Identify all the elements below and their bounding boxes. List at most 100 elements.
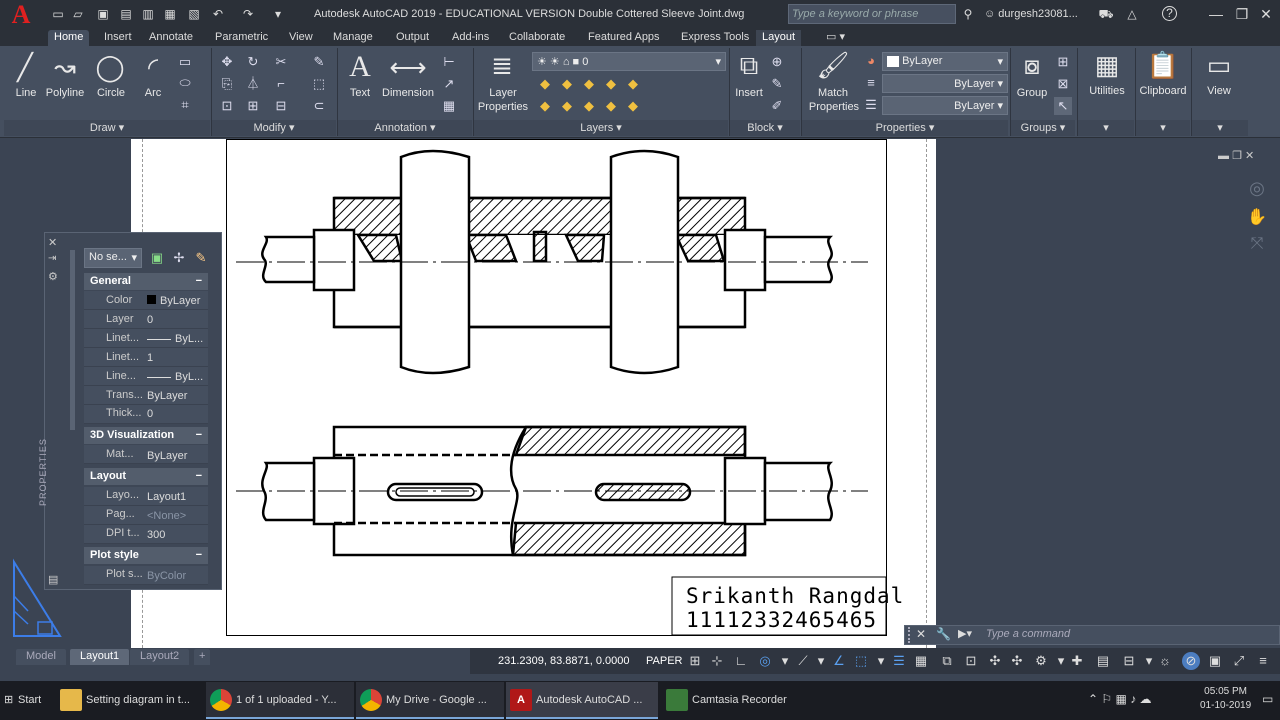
text-button[interactable]: Text [344,87,376,99]
tab-insert[interactable]: Insert [98,30,138,46]
a360-icon[interactable]: △ [1124,6,1140,22]
network-icon[interactable]: ▦ [1116,692,1127,706]
copy-icon[interactable]: ⎘ [218,75,236,93]
grid-icon[interactable]: ⊞ [686,652,704,670]
cloud-icon[interactable]: ☁ [1140,692,1152,706]
palette-scrollbar[interactable] [70,250,75,430]
cmd-prompt-icon[interactable]: ▶▾ [958,627,972,640]
trim-icon[interactable]: ✂ [272,53,290,71]
prop-value[interactable]: Layout1 [147,491,209,503]
dimension-button[interactable]: Dimension [380,87,436,99]
section-3d-header[interactable]: 3D Visualization − [84,427,208,444]
attribute-icon[interactable]: ✐ [768,97,786,115]
collapse-icon[interactable]: − [196,549,202,561]
utilities-button[interactable]: Utilities [1080,85,1134,97]
close-icon[interactable]: ✕ [48,236,57,249]
gradient-icon[interactable]: ⌗ [176,96,194,114]
select-objects-icon[interactable]: ✢ [170,249,188,267]
linetype-icon[interactable]: ≡ [862,74,880,92]
palette-menu-icon[interactable]: ▤ [48,573,58,586]
ungroup-icon[interactable]: ⊞ [1054,53,1072,71]
erase-icon[interactable]: ✎ [310,53,328,71]
prop-value[interactable]: <None> [147,510,209,522]
prop-value[interactable]: ByLayer [147,450,209,462]
annotation-visibility-icon[interactable]: ✣ [1008,652,1026,670]
annotation-monitor-icon[interactable]: ✚ [1068,652,1086,670]
linetype-dropdown[interactable]: ByLayer ▾ [882,74,1008,93]
ortho-icon[interactable]: ∟ [732,652,750,670]
color-wheel-icon[interactable]: ◕ [862,52,880,70]
isodraft-icon[interactable]: ⟋ [794,652,812,670]
prop-value[interactable]: 0 [147,408,209,420]
layer-tool-icon[interactable]: ◆ [536,75,554,93]
section-general-header[interactable]: General − [84,273,208,290]
steering-wheel-icon[interactable]: ◎ [1241,178,1273,199]
layer-tool-icon[interactable]: ◆ [558,97,576,115]
collapse-icon[interactable]: − [196,275,202,287]
tab-home[interactable]: Home [48,30,90,46]
tab-add-ins[interactable]: Add-ins [446,30,495,46]
match-label-1[interactable]: Match [808,87,858,99]
notification-icon[interactable]: ▭ [1262,692,1273,706]
minimize-icon[interactable]: — [1206,6,1226,24]
undo-icon[interactable]: ↶ [210,6,226,22]
hatch-icon[interactable]: ⬭ [176,74,194,92]
polyline-button[interactable]: Polyline [44,87,86,99]
dimension-icon[interactable]: ⟷ [388,52,428,82]
explode-icon[interactable]: ⬚ [310,75,328,93]
chevron-up-icon[interactable]: ⌃ [1088,692,1098,706]
quick-properties-icon[interactable]: ▤ [1094,652,1112,670]
offset-icon[interactable]: ⊂ [310,97,328,115]
edit-block-icon[interactable]: ✎ [768,75,786,93]
layer-properties-icon[interactable]: ≣ [484,50,520,80]
layer-tool-icon[interactable]: ◆ [558,75,576,93]
save-icon[interactable]: ▣ [95,6,111,22]
layer-properties-label-2[interactable]: Properties [476,101,530,113]
tab-featured-apps[interactable]: Featured Apps [582,30,666,46]
layer-tool-icon[interactable]: ◆ [624,97,642,115]
add-layout-button[interactable]: + [194,649,211,665]
start-button[interactable]: ⊞ Start [0,682,50,719]
object-snap-tracking-icon[interactable]: ∠ [830,652,848,670]
prop-value[interactable]: 0 [147,314,209,326]
volume-icon[interactable]: ♪ [1130,692,1136,706]
prop-value[interactable]: ByLayer [147,390,209,402]
utilities-icon[interactable]: ▦ [1090,50,1124,80]
binoculars-icon[interactable]: ⚲ [960,6,976,22]
save-web-icon[interactable]: ▦ [162,6,178,22]
clipboard-icon[interactable]: 📋 [1146,50,1180,80]
lineweight-icon[interactable]: ☰ [862,96,880,114]
quick-select-icon[interactable]: ✎ [192,249,210,267]
layer-tool-icon[interactable]: ◆ [536,97,554,115]
transparency-icon[interactable]: ▦ [912,652,930,670]
layer-tool-icon[interactable]: ◆ [580,75,598,93]
prop-value[interactable]: ByColor [147,570,209,582]
collapse-icon[interactable]: − [196,470,202,482]
tab-output[interactable]: Output [390,30,435,46]
help-icon[interactable]: ? [1162,6,1177,21]
layer-properties-label-1[interactable]: Layer [478,87,528,99]
array-icon[interactable]: ⊟ [272,97,290,115]
group-edit-icon[interactable]: ⊠ [1054,75,1072,93]
prop-value[interactable]: ByL... [147,333,209,345]
chevron-down-icon[interactable]: ▾ [776,652,794,670]
command-input[interactable]: Type a command [986,628,1070,640]
polar-icon[interactable]: ◎ [756,652,774,670]
customize-menu-icon[interactable]: ≡ [1254,652,1272,670]
coordinates-readout[interactable]: 231.2309, 83.8871, 0.0000 [498,655,630,667]
move-icon[interactable]: ✥ [218,53,236,71]
ribbon-toggle-icon[interactable]: ▭ ▾ [820,30,851,46]
section-plot-style-header[interactable]: Plot style − [84,547,208,564]
tab-view[interactable]: View [283,30,319,46]
arc-icon[interactable]: ◜ [138,52,168,82]
pan-icon[interactable]: ✋ [1241,207,1273,227]
restore-icon[interactable]: ❐ [1232,6,1252,24]
table-icon[interactable]: ▦ [440,97,458,115]
new-file-icon[interactable]: ▭ [50,6,66,22]
circle-icon[interactable]: ◯ [94,52,126,82]
fullscreen-icon[interactable]: ⤢ [1230,652,1248,670]
tab-annotate[interactable]: Annotate [143,30,199,46]
create-block-icon[interactable]: ⊕ [768,53,786,71]
clipboard-button[interactable]: Clipboard [1136,85,1190,97]
tab-manage[interactable]: Manage [327,30,379,46]
